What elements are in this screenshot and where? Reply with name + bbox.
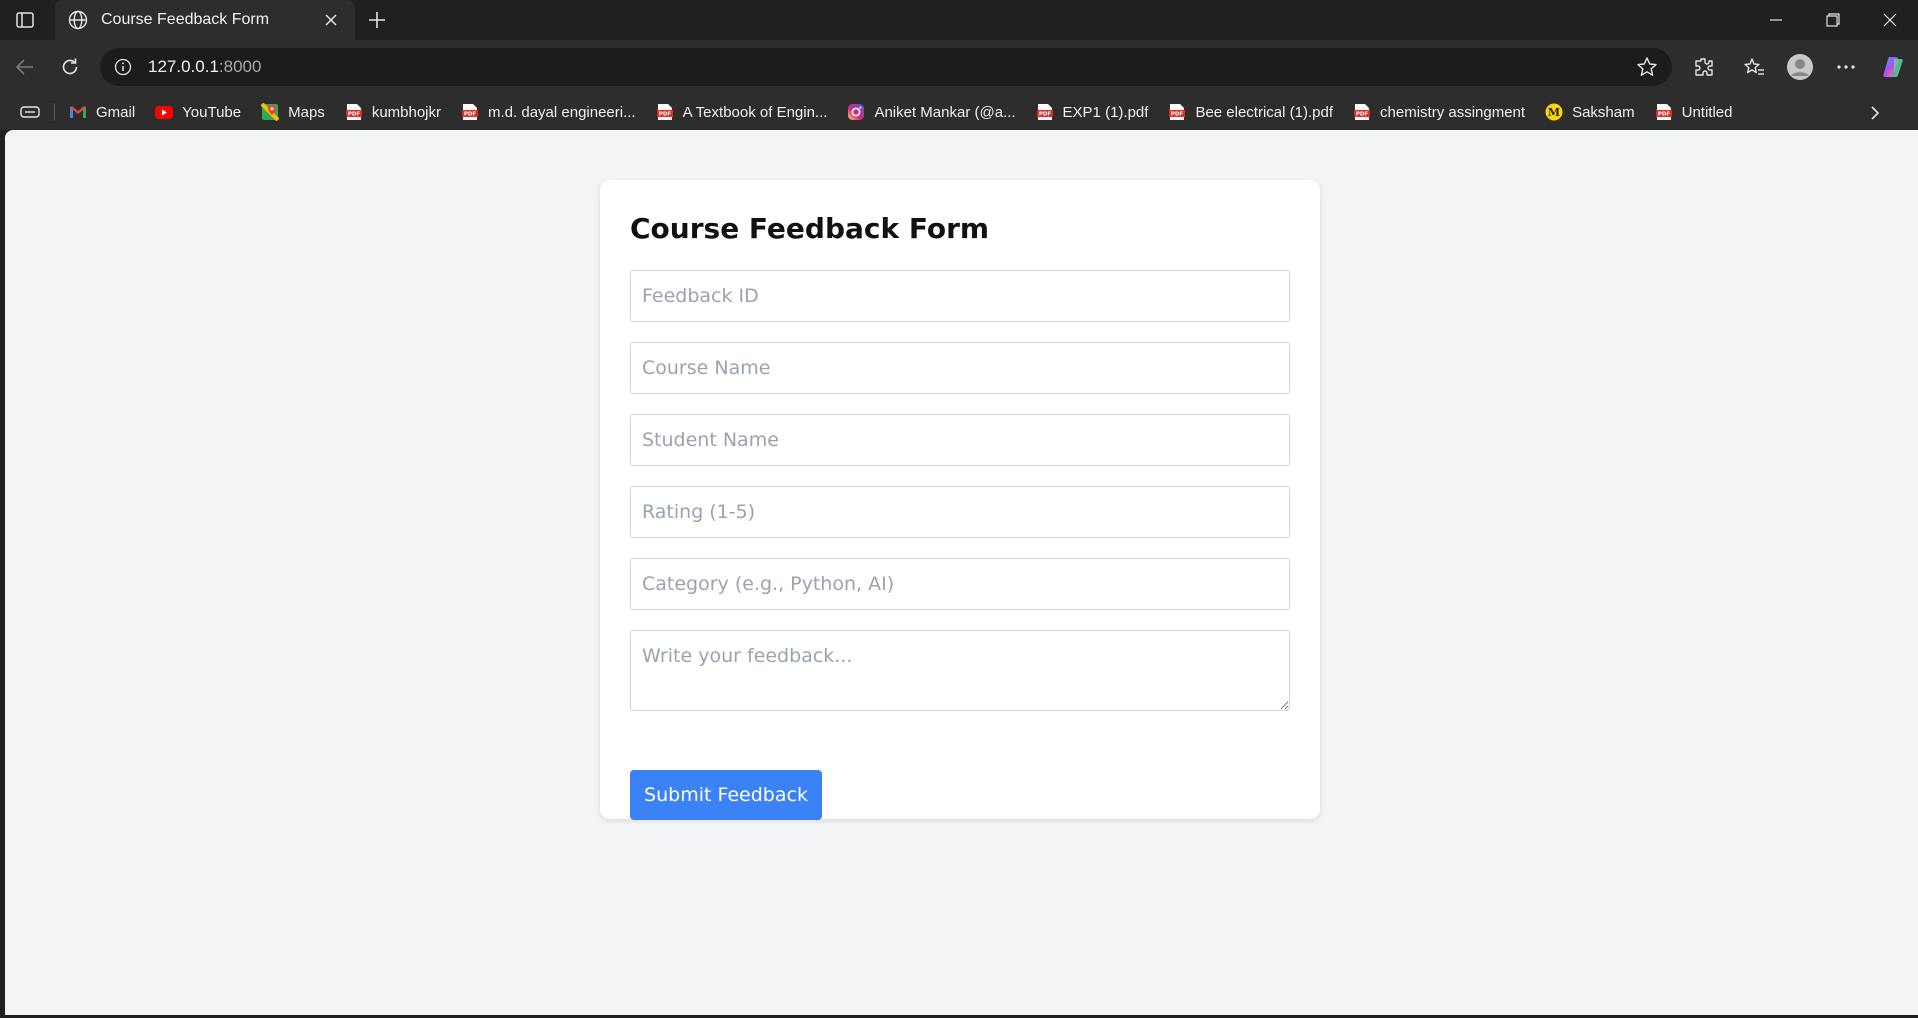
bookmark-label: Maps <box>288 103 325 121</box>
navigation-toolbar: 127.0.0.1:8000 <box>0 40 1918 94</box>
bookmark-label: A Textbook of Engin... <box>682 103 828 121</box>
pdf-icon: PDF <box>345 103 363 121</box>
page-viewport: Course Feedback Form Submit Feedback <box>5 130 1918 1015</box>
svg-text:PDF: PDF <box>1171 112 1184 118</box>
tab-title: Course Feedback Form <box>101 11 270 28</box>
bookmarks-divider <box>54 103 55 121</box>
close-window-icon[interactable] <box>1862 0 1918 40</box>
site-info-icon[interactable] <box>112 56 134 78</box>
bookmark-exp1[interactable]: PDF EXP1 (1).pdf <box>1036 103 1149 121</box>
title-bar: Course Feedback Form <box>0 0 1918 40</box>
browser-tab[interactable]: Course Feedback Form <box>55 0 355 40</box>
pdf-icon: PDF <box>1168 103 1186 121</box>
svg-text:PDF: PDF <box>658 112 671 118</box>
favorite-star-icon[interactable] <box>1634 54 1660 80</box>
bookmark-saksham[interactable]: M Saksham <box>1545 103 1635 121</box>
student-name-input[interactable] <box>630 414 1290 466</box>
bookmark-md-dayal[interactable]: PDF m.d. dayal engineeri... <box>461 103 636 121</box>
bookmark-maps[interactable]: Maps <box>261 103 325 121</box>
new-tab-icon[interactable] <box>362 6 392 34</box>
bookmark-bee-electrical[interactable]: PDF Bee electrical (1).pdf <box>1168 103 1333 121</box>
bookmark-label: EXP1 (1).pdf <box>1062 103 1149 121</box>
minimize-icon[interactable] <box>1748 0 1804 40</box>
profile-avatar-icon[interactable] <box>1784 51 1816 83</box>
tab-actions-icon[interactable] <box>18 102 42 122</box>
svg-text:PDF: PDF <box>1356 112 1369 118</box>
pdf-icon: PDF <box>656 103 674 121</box>
bookmark-label: chemistry assingment <box>1380 103 1526 121</box>
bookmark-instagram[interactable]: Aniket Mankar (@a... <box>847 103 1016 121</box>
bookmark-chemistry[interactable]: PDF chemistry assingment <box>1353 103 1525 121</box>
youtube-icon <box>155 103 174 121</box>
extensions-icon[interactable] <box>1688 51 1720 83</box>
bookmark-label: Gmail <box>96 103 136 121</box>
instagram-icon <box>847 103 865 121</box>
feedback-textarea[interactable] <box>630 630 1290 711</box>
globe-icon <box>67 9 89 31</box>
close-tab-icon[interactable] <box>319 8 343 32</box>
chevron-right-icon[interactable] <box>1864 102 1886 124</box>
pdf-icon: PDF <box>1655 103 1673 121</box>
bookmark-label: Bee electrical (1).pdf <box>1195 103 1334 121</box>
svg-text:PDF: PDF <box>1038 112 1051 118</box>
category-input[interactable] <box>630 558 1290 610</box>
bookmark-kumbhojkr[interactable]: PDF kumbhojkr <box>345 103 441 121</box>
course-name-input[interactable] <box>630 342 1290 394</box>
more-options-icon[interactable] <box>1830 51 1862 83</box>
url-port: :8000 <box>218 57 262 76</box>
bookmark-label: Aniket Mankar (@a... <box>874 103 1016 121</box>
feedback-form-card: Course Feedback Form Submit Feedback <box>600 180 1320 820</box>
bookmark-label: Untitled <box>1681 103 1733 121</box>
bookmark-label: YouTube <box>182 103 242 121</box>
svg-text:M: M <box>1548 106 1560 119</box>
pdf-icon: PDF <box>1353 103 1371 121</box>
url-host: 127.0.0.1 <box>148 57 219 76</box>
bookmarks-bar: Gmail YouTube Maps PDF kumbhojkr PDF m.d… <box>0 94 1918 130</box>
bookmark-label: Saksham <box>1572 103 1635 121</box>
restore-icon[interactable] <box>1805 0 1861 40</box>
bookmark-label: kumbhojkr <box>371 103 442 121</box>
bookmark-youtube[interactable]: YouTube <box>155 103 241 121</box>
address-bar[interactable]: 127.0.0.1:8000 <box>100 48 1672 86</box>
sidebar-toggle-icon[interactable] <box>10 8 40 32</box>
submit-feedback-button[interactable]: Submit Feedback <box>630 770 822 820</box>
rating-input[interactable] <box>630 486 1290 538</box>
gmail-icon <box>69 103 87 121</box>
saksham-icon: M <box>1545 103 1563 121</box>
copilot-icon[interactable] <box>1878 51 1910 83</box>
bookmark-textbook[interactable]: PDF A Textbook of Engin... <box>656 103 828 121</box>
refresh-icon[interactable] <box>54 51 86 83</box>
feedback-id-input[interactable] <box>630 270 1290 322</box>
bookmark-untitled[interactable]: PDF Untitled <box>1655 103 1733 121</box>
back-arrow-icon[interactable] <box>9 51 41 83</box>
svg-text:PDF: PDF <box>464 112 477 118</box>
bookmark-gmail[interactable]: Gmail <box>69 103 135 121</box>
svg-text:PDF: PDF <box>1657 112 1670 118</box>
favorites-icon[interactable] <box>1738 51 1770 83</box>
pdf-icon: PDF <box>461 103 479 121</box>
form-title: Course Feedback Form <box>630 212 990 245</box>
url-text[interactable]: 127.0.0.1:8000 <box>148 57 1634 77</box>
svg-text:PDF: PDF <box>348 112 361 118</box>
bookmark-label: m.d. dayal engineeri... <box>488 103 636 121</box>
pdf-icon: PDF <box>1036 103 1054 121</box>
maps-icon <box>261 103 280 121</box>
